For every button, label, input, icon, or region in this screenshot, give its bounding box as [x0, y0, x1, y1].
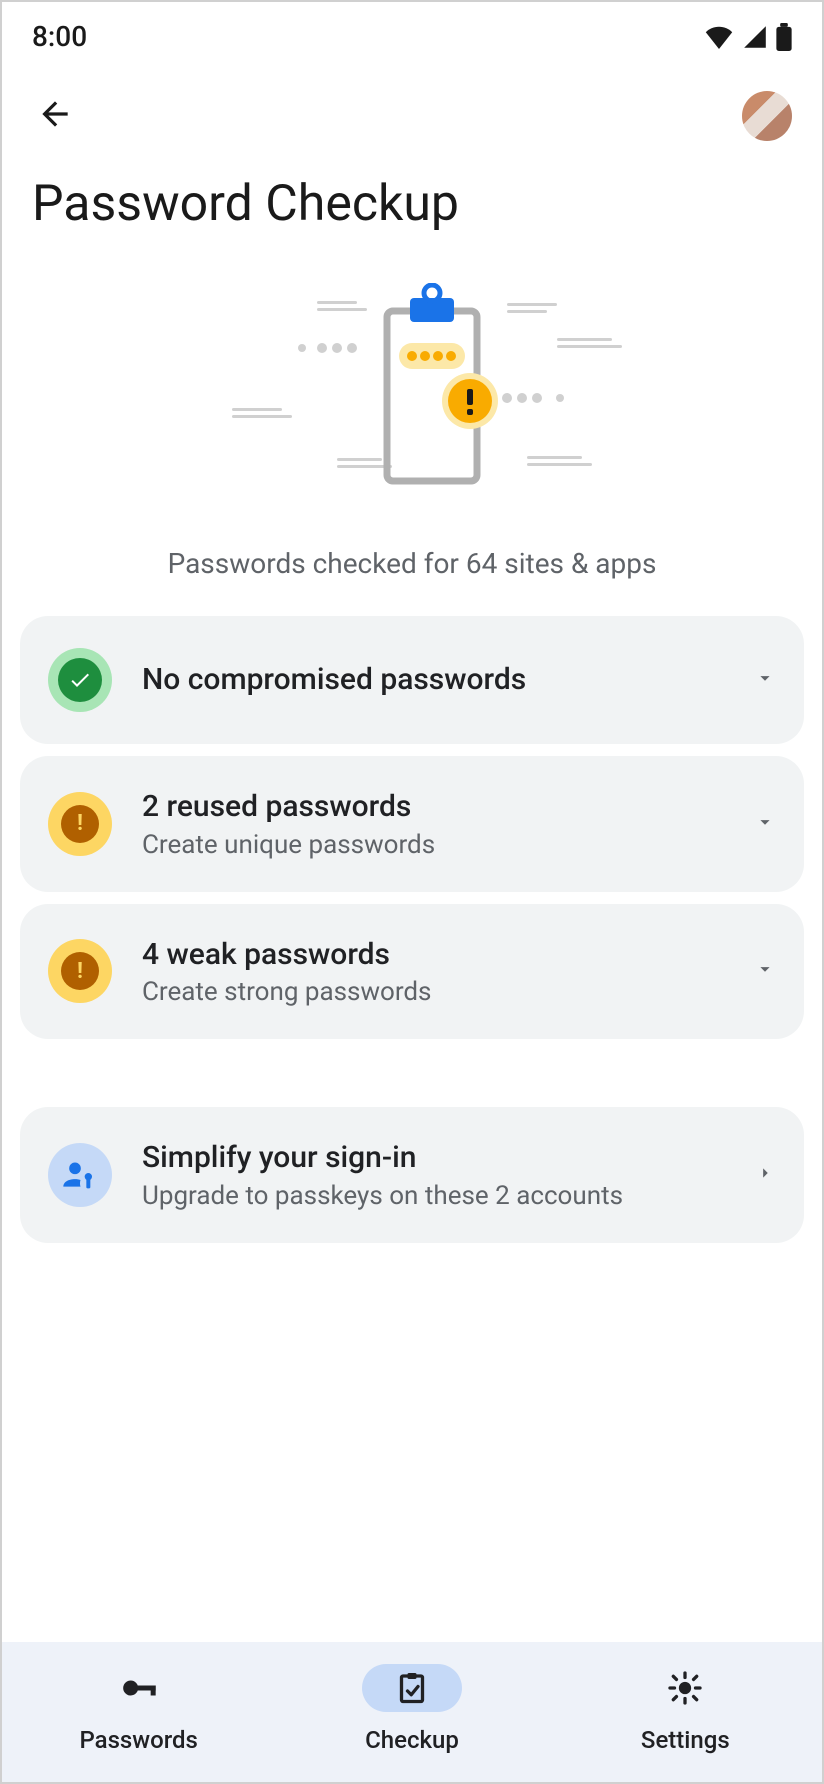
- cellular-icon: [742, 25, 768, 49]
- clipboard-check-icon: [362, 1664, 462, 1712]
- nav-label: Checkup: [365, 1726, 459, 1754]
- passkey-icon: [48, 1143, 112, 1207]
- page-title: Password Checkup: [2, 151, 822, 243]
- chevron-right-icon: [754, 1162, 776, 1188]
- gear-icon: [635, 1664, 735, 1712]
- warning-circle-icon: !: [48, 939, 112, 1003]
- card-body: 2 reused passwords Create unique passwor…: [142, 788, 724, 860]
- card-body: 4 weak passwords Create strong passwords: [142, 936, 724, 1008]
- warning-circle-icon: !: [48, 792, 112, 856]
- profile-avatar[interactable]: [742, 91, 792, 141]
- reused-card[interactable]: ! 2 reused passwords Create unique passw…: [20, 756, 804, 892]
- status-time: 8:00: [32, 20, 87, 53]
- checkup-cards-group: No compromised passwords ! 2 reused pass…: [20, 616, 804, 1039]
- card-subtitle: Upgrade to passkeys on these 2 accounts: [142, 1181, 724, 1211]
- card-title: No compromised passwords: [142, 661, 724, 699]
- card-subtitle: Create unique passwords: [142, 830, 724, 860]
- card-title: Simplify your sign-in: [142, 1139, 724, 1177]
- hero-illustration: [2, 243, 822, 533]
- cards-container: No compromised passwords ! 2 reused pass…: [2, 616, 822, 1243]
- header: [2, 63, 822, 151]
- wifi-icon: [704, 25, 734, 49]
- nav-passwords[interactable]: Passwords: [2, 1664, 275, 1754]
- key-icon: [89, 1664, 189, 1712]
- status-icons: [704, 23, 792, 51]
- nav-label: Passwords: [79, 1726, 197, 1754]
- subtitle: Passwords checked for 64 sites & apps: [2, 533, 822, 616]
- card-subtitle: Create strong passwords: [142, 977, 724, 1007]
- card-body: Simplify your sign-in Upgrade to passkey…: [142, 1139, 724, 1211]
- bottom-nav: Passwords Checkup Settings: [2, 1642, 822, 1782]
- card-body: No compromised passwords: [142, 661, 724, 699]
- back-button[interactable]: [32, 91, 78, 141]
- compromised-card[interactable]: No compromised passwords: [20, 616, 804, 744]
- nav-label: Settings: [641, 1726, 730, 1754]
- chevron-down-icon: [754, 667, 776, 693]
- card-title: 2 reused passwords: [142, 788, 724, 826]
- arrow-back-icon: [36, 95, 74, 133]
- chevron-down-icon: [754, 958, 776, 984]
- weak-card[interactable]: ! 4 weak passwords Create strong passwor…: [20, 904, 804, 1040]
- card-title: 4 weak passwords: [142, 936, 724, 974]
- status-bar: 8:00: [2, 2, 822, 63]
- check-circle-icon: [48, 648, 112, 712]
- chevron-down-icon: [754, 811, 776, 837]
- nav-settings[interactable]: Settings: [549, 1664, 822, 1754]
- battery-icon: [776, 23, 792, 51]
- nav-checkup[interactable]: Checkup: [275, 1664, 548, 1754]
- passkeys-card[interactable]: Simplify your sign-in Upgrade to passkey…: [20, 1107, 804, 1243]
